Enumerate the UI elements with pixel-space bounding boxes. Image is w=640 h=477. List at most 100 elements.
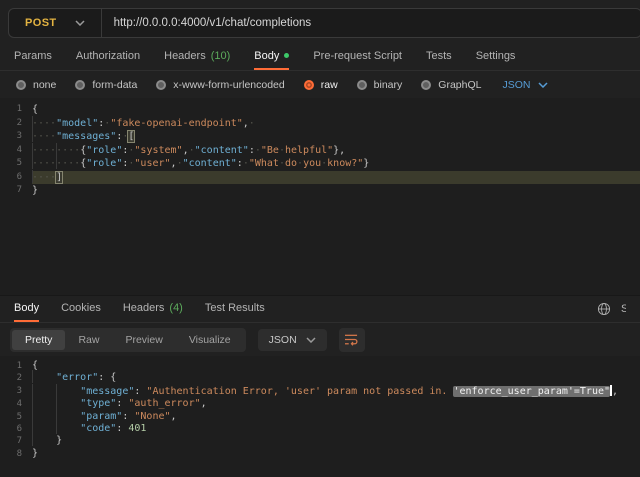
- tab-label: Authorization: [76, 50, 140, 62]
- status-text-clipped: S: [621, 303, 626, 315]
- code-line-content: {: [32, 360, 640, 372]
- line-number: 3: [0, 130, 32, 144]
- response-body-viewer[interactable]: 1{2 "error": {3 "message": "Authenticati…: [0, 356, 640, 477]
- response-format-selector[interactable]: JSON: [258, 329, 327, 351]
- radio-label: none: [33, 79, 56, 91]
- radio-label: binary: [374, 79, 403, 91]
- body-format-selector[interactable]: JSON: [502, 79, 547, 91]
- radio-icon: [421, 80, 431, 90]
- response-tab-cookies[interactable]: Cookies: [61, 296, 101, 322]
- code-line[interactable]: 5········{"role":·"user",·"content":·"Wh…: [0, 157, 640, 171]
- radio-binary[interactable]: binary: [357, 79, 403, 91]
- radio-raw[interactable]: raw: [304, 79, 338, 91]
- line-number: 3: [0, 385, 32, 398]
- globe-icon[interactable]: [597, 302, 611, 316]
- chevron-down-icon: [75, 20, 85, 26]
- radio-form-data[interactable]: form-data: [75, 79, 137, 91]
- code-line[interactable]: 2 "error": {: [0, 372, 640, 384]
- line-number: 6: [0, 423, 32, 435]
- view-raw[interactable]: Raw: [65, 330, 112, 350]
- code-line-content: "error": {: [32, 372, 640, 384]
- code-line[interactable]: 1{: [0, 360, 640, 372]
- code-line[interactable]: 6 "code": 401: [0, 423, 640, 435]
- tab-params[interactable]: Params: [14, 44, 52, 70]
- code-line[interactable]: 5 "param": "None",: [0, 411, 640, 423]
- radio-label: GraphQL: [438, 79, 481, 91]
- view-visualize[interactable]: Visualize: [176, 330, 244, 350]
- format-label: JSON: [502, 79, 530, 91]
- code-line[interactable]: 4 "type": "auth_error",: [0, 398, 640, 410]
- line-number: 2: [0, 372, 32, 384]
- tab-body[interactable]: Body: [254, 44, 289, 70]
- radio-none[interactable]: none: [16, 79, 56, 91]
- tab-label: Body: [254, 50, 279, 62]
- text-wrap-icon: [344, 333, 359, 346]
- code-line-content: "code": 401: [32, 423, 640, 435]
- radio-label: x-www-form-urlencoded: [173, 79, 284, 91]
- body-mode-bar: none form-data x-www-form-urlencoded raw…: [0, 71, 640, 98]
- chevron-down-icon: [538, 82, 548, 88]
- url-input[interactable]: http://0.0.0.0:4000/v1/chat/completions: [102, 17, 312, 29]
- code-line[interactable]: 7}: [0, 184, 640, 198]
- method-label: POST: [25, 17, 57, 29]
- tab-label: Pre-request Script: [313, 50, 402, 62]
- view-pretty[interactable]: Pretty: [12, 330, 65, 350]
- line-number: 2: [0, 117, 32, 131]
- response-tab-test-results[interactable]: Test Results: [205, 296, 265, 322]
- body-content-dot: [284, 53, 289, 58]
- code-line[interactable]: 2····"model":·"fake-openai-endpoint",·: [0, 117, 640, 131]
- line-number: 4: [0, 144, 32, 158]
- tab-label: Params: [14, 50, 52, 62]
- radio-icon: [75, 80, 85, 90]
- code-line-content: }: [32, 448, 640, 460]
- tab-label: Body: [14, 302, 39, 314]
- code-line-content: ····]: [32, 171, 640, 185]
- tab-label: Headers: [164, 50, 206, 62]
- response-tab-headers[interactable]: Headers (4): [123, 296, 183, 322]
- radio-x-www-form-urlencoded[interactable]: x-www-form-urlencoded: [156, 79, 284, 91]
- radio-graphql[interactable]: GraphQL: [421, 79, 481, 91]
- tab-pre-request-script[interactable]: Pre-request Script: [313, 44, 402, 70]
- response-tab-body[interactable]: Body: [14, 296, 39, 322]
- radio-icon: [16, 80, 26, 90]
- code-line[interactable]: 7 }: [0, 435, 640, 447]
- view-label: Raw: [78, 334, 99, 346]
- code-line-content: ········{"role":·"user",·"content":·"Wha…: [32, 157, 640, 171]
- code-line[interactable]: 3 "message": "Authentication Error, 'use…: [0, 385, 640, 398]
- code-line-content: }: [32, 184, 640, 198]
- code-line[interactable]: 3····"messages":·[: [0, 130, 640, 144]
- headers-count-badge: (10): [211, 50, 231, 62]
- tab-tests[interactable]: Tests: [426, 44, 452, 70]
- request-body-editor[interactable]: 1{2····"model":·"fake-openai-endpoint",·…: [0, 98, 640, 295]
- tab-label: Test Results: [205, 302, 265, 314]
- word-wrap-button[interactable]: [339, 328, 365, 352]
- code-line-content: "type": "auth_error",: [32, 398, 640, 410]
- code-line-content: }: [32, 435, 640, 447]
- code-line[interactable]: 1{: [0, 103, 640, 117]
- radio-icon: [156, 80, 166, 90]
- view-preview[interactable]: Preview: [112, 330, 175, 350]
- code-line[interactable]: 4········{"role":·"system",·"content":·"…: [0, 144, 640, 158]
- headers-count-badge: (4): [169, 302, 182, 314]
- tab-headers[interactable]: Headers (10): [164, 44, 230, 70]
- method-selector[interactable]: POST: [9, 9, 101, 37]
- response-toolbar: Pretty Raw Preview Visualize JSON: [0, 323, 640, 356]
- tab-label: Settings: [476, 50, 516, 62]
- line-number: 6: [0, 171, 32, 185]
- code-line[interactable]: 8}: [0, 448, 640, 460]
- radio-label: form-data: [92, 79, 137, 91]
- tab-label: Headers: [123, 302, 165, 314]
- line-number: 7: [0, 435, 32, 447]
- tab-settings[interactable]: Settings: [476, 44, 516, 70]
- tab-label: Cookies: [61, 302, 101, 314]
- line-number: 1: [0, 360, 32, 372]
- request-tab-bar: Params Authorization Headers (10) Body Pr…: [0, 44, 640, 71]
- view-label: Preview: [125, 334, 162, 346]
- tab-label: Tests: [426, 50, 452, 62]
- line-number: 7: [0, 184, 32, 198]
- tab-authorization[interactable]: Authorization: [76, 44, 140, 70]
- code-line[interactable]: 6····]: [0, 171, 640, 185]
- view-label: Visualize: [189, 334, 231, 346]
- response-tab-bar: Body Cookies Headers (4) Test Results S: [0, 295, 640, 323]
- code-line-content: {: [32, 103, 640, 117]
